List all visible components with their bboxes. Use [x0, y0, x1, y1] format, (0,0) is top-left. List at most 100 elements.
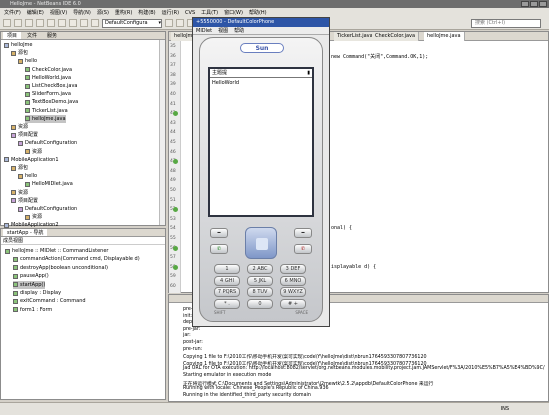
keypad-key[interactable]: 8 TUV	[247, 287, 273, 297]
keypad-key[interactable]: 7 PQRS	[214, 287, 240, 297]
paste-icon[interactable]	[69, 19, 77, 27]
tree-node[interactable]: MobileApplication1	[4, 156, 59, 164]
editor-tab[interactable]: TickerList.java	[334, 32, 377, 41]
emulator-menu-item[interactable]: MIDlet	[196, 27, 212, 34]
new-file-icon[interactable]	[3, 19, 11, 27]
keypad-key[interactable]: # +	[280, 298, 306, 309]
member-icon	[13, 282, 18, 288]
tree-node[interactable]: CheckColor.java	[25, 66, 72, 74]
menu-item[interactable]: 工具(T)	[201, 9, 218, 16]
build-icon[interactable]	[165, 19, 173, 27]
menu-item[interactable]: CVS	[185, 10, 195, 16]
keypad-key[interactable]: 0	[247, 298, 273, 309]
menu-item[interactable]: 文件(F)	[4, 9, 21, 16]
tree-node[interactable]: 源包	[11, 49, 28, 57]
navigator-item-label: exitCommand : Command	[20, 298, 86, 305]
soft-right-key[interactable]: ━	[294, 228, 312, 238]
keypad-key[interactable]: 2 ABC	[247, 264, 273, 274]
tree-node[interactable]: 资源	[11, 123, 28, 131]
line-number: 37	[170, 63, 176, 69]
menu-item[interactable]: 导航(N)	[73, 9, 91, 16]
menu-item[interactable]: 重构(R)	[115, 9, 132, 16]
tree-node-label: 资源	[32, 214, 43, 221]
menu-item[interactable]: 窗口(W)	[224, 9, 243, 16]
keypad-key[interactable]: 4 GHI	[214, 275, 240, 286]
navigator-title[interactable]: startApp - 导航	[3, 229, 48, 236]
tree-node[interactable]: 项目配置	[11, 197, 38, 205]
menu-item[interactable]: 编辑(E)	[27, 9, 44, 16]
navigator-item[interactable]: exitCommand : Command	[13, 297, 86, 305]
tree-node[interactable]: helloJme.java	[25, 114, 66, 123]
keypad-key[interactable]: 1	[214, 264, 240, 274]
tree-node[interactable]: 资源	[11, 189, 28, 197]
panel-tab[interactable]: 文件	[23, 32, 41, 39]
tree-node[interactable]: TextBoxDemo.java	[25, 98, 78, 106]
tree-node[interactable]: HelloMIDlet.java	[25, 180, 73, 188]
call-key[interactable]: ✆	[210, 244, 228, 254]
tree-node[interactable]: 源包	[11, 164, 28, 172]
close-button[interactable]	[539, 1, 547, 7]
menu-item[interactable]: 帮助(H)	[249, 9, 267, 16]
tree-node[interactable]: DefaultConfiguration	[18, 205, 77, 213]
package-icon	[11, 124, 16, 130]
menu-item[interactable]: 视图(V)	[50, 9, 67, 16]
undo-icon[interactable]	[80, 19, 88, 27]
navigator-item[interactable]: pauseApp()	[13, 272, 49, 280]
maximize-button[interactable]	[530, 1, 538, 7]
line-number: 45	[170, 140, 176, 145]
keypad-key[interactable]: 5 JKL	[247, 275, 273, 286]
emulator-menu-item[interactable]: 帮助	[234, 27, 244, 34]
menu-item[interactable]: 运行(R)	[162, 9, 179, 16]
navigator-item[interactable]: startApp()	[13, 280, 46, 289]
navigator-item[interactable]: destroyApp(boolean unconditional)	[13, 264, 108, 272]
java-file-icon	[25, 83, 30, 89]
keypad-key[interactable]: 6 MNO	[280, 275, 306, 286]
tree-node[interactable]: TickerList.java	[25, 107, 68, 115]
tree-node[interactable]: 资源	[25, 213, 42, 221]
cut-icon[interactable]	[47, 19, 55, 27]
new-project-icon[interactable]	[14, 19, 22, 27]
minimize-button[interactable]	[521, 1, 529, 7]
editor-tab[interactable]: helloJme.java	[424, 32, 465, 41]
editor-tab[interactable]: CheckColor.java	[372, 32, 420, 41]
tree-node[interactable]: helloJme	[4, 41, 33, 49]
code-fold-icon[interactable]	[173, 245, 178, 251]
keypad-key[interactable]: 9 WXYZ	[280, 287, 306, 297]
copy-icon[interactable]	[58, 19, 66, 27]
navigator-item[interactable]: helloJme :: MIDlet :: CommandListener	[5, 247, 108, 255]
select-key[interactable]	[256, 238, 268, 250]
navigator-item[interactable]: form1 : Form	[13, 306, 52, 314]
navigator-item[interactable]: display : Display	[13, 289, 61, 297]
soft-left-key[interactable]: ━	[210, 228, 228, 238]
configuration-select[interactable]: DefaultConfigura ▾	[102, 18, 162, 28]
code-fold-icon[interactable]	[173, 111, 178, 117]
menu-item[interactable]: 构建(B)	[138, 9, 155, 16]
tree-node[interactable]: SliderForm.java	[25, 90, 71, 98]
tree-node[interactable]: ListCheckBox.java	[25, 82, 77, 90]
open-project-icon[interactable]	[25, 19, 33, 27]
tree-node[interactable]: 资源	[25, 148, 42, 156]
search-input[interactable]: 搜索 (Ctrl+I)	[471, 19, 541, 28]
tree-node[interactable]: HelloWorld.java	[25, 74, 71, 82]
redo-icon[interactable]	[91, 19, 99, 27]
menu-item[interactable]: 源(S)	[97, 9, 109, 16]
clean-build-icon[interactable]	[176, 19, 184, 27]
keypad-key[interactable]: 3 DEF	[280, 264, 306, 274]
projects-scrollbar[interactable]	[159, 40, 165, 225]
navigator-item[interactable]: commandAction(Command cmd, Displayable d…	[13, 255, 140, 263]
code-line: onal) {	[331, 225, 353, 232]
end-call-key[interactable]: ✆	[294, 244, 312, 254]
code-fold-icon[interactable]	[173, 264, 178, 270]
save-all-icon[interactable]	[36, 19, 44, 27]
tree-node[interactable]: DefaultConfiguration	[18, 139, 77, 147]
code-fold-icon[interactable]	[173, 159, 178, 165]
emulator-menu-item[interactable]: 视图	[218, 27, 228, 34]
tree-node[interactable]: hello	[18, 172, 37, 180]
code-fold-icon[interactable]	[173, 207, 178, 213]
dpad[interactable]	[245, 227, 277, 259]
tree-node[interactable]: 项目配置	[11, 131, 38, 139]
keypad-key[interactable]: * .	[214, 298, 240, 309]
panel-tab[interactable]: 项目	[3, 32, 22, 39]
panel-tab[interactable]: 服务	[43, 32, 61, 39]
tree-node[interactable]: hello	[18, 57, 37, 65]
